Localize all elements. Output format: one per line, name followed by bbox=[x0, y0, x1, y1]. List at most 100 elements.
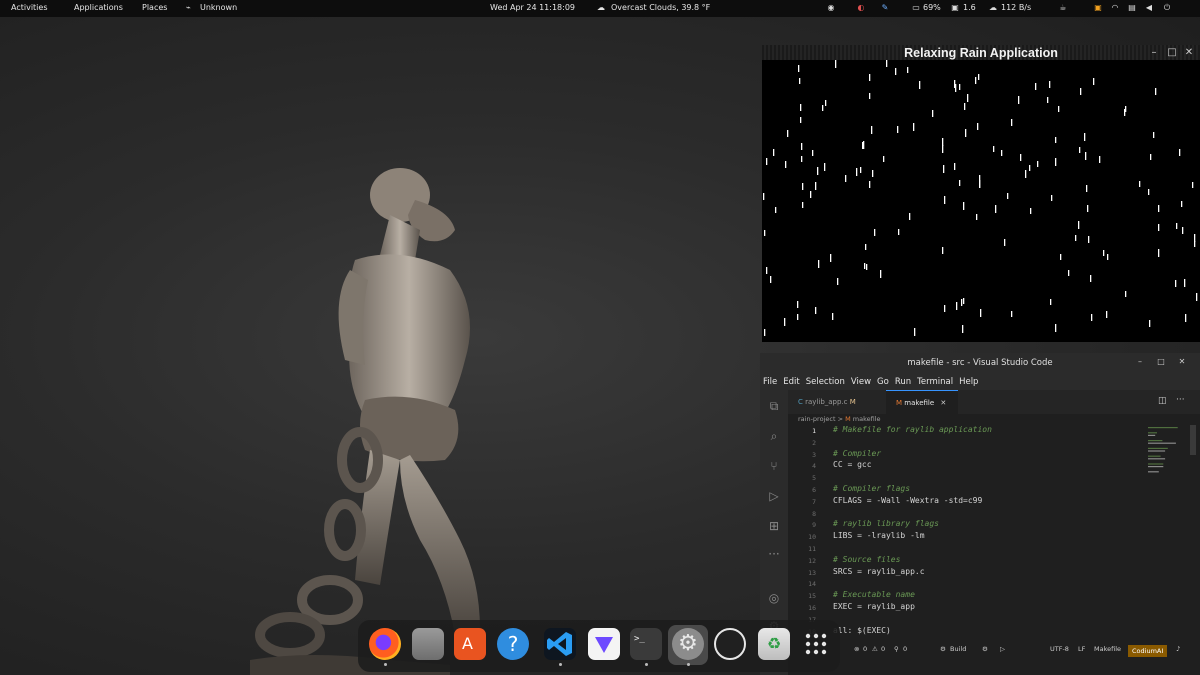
build-gear-icon[interactable]: ⚙ bbox=[940, 645, 946, 653]
raindrop bbox=[944, 305, 946, 312]
coffee-icon[interactable]: ☕ bbox=[1058, 3, 1068, 13]
close-icon[interactable]: ✕ bbox=[1176, 357, 1188, 366]
code-line[interactable]: 7 CFLAGS = -Wall -Wextra -std=c99 bbox=[788, 496, 1148, 508]
power-icon[interactable]: ⏻ bbox=[1162, 3, 1172, 13]
notifications-bell-icon[interactable]: ♪ bbox=[1176, 645, 1180, 653]
eol-label[interactable]: LF bbox=[1078, 645, 1085, 653]
language-mode[interactable]: Makefile bbox=[1094, 645, 1121, 653]
menu-edit[interactable]: Edit bbox=[783, 375, 799, 390]
tab-raylib-app[interactable]: C raylib_app.c M bbox=[788, 390, 886, 414]
screenshot-icon[interactable]: ▣ bbox=[1093, 3, 1103, 13]
code-line[interactable]: 2 bbox=[788, 437, 1148, 449]
obs-icon[interactable] bbox=[714, 628, 746, 660]
minimize-icon[interactable]: – bbox=[1134, 357, 1146, 366]
maximize-icon[interactable]: □ bbox=[1155, 357, 1167, 366]
pencil-icon[interactable]: ✎ bbox=[880, 3, 890, 13]
code-line[interactable]: 1 # Makefile for raylib application bbox=[788, 425, 1148, 437]
code-line[interactable]: 15 # Executable name bbox=[788, 590, 1148, 602]
explorer-icon[interactable]: ⧉ bbox=[766, 398, 782, 414]
minimap[interactable] bbox=[1146, 425, 1186, 485]
raindrop bbox=[1179, 149, 1181, 156]
minimize-icon[interactable]: – bbox=[1148, 46, 1160, 59]
raindrop bbox=[766, 267, 768, 274]
ports-icon[interactable]: ⚲ bbox=[894, 645, 899, 653]
show-apps-icon[interactable] bbox=[800, 628, 832, 660]
close-tab-icon[interactable]: ✕ bbox=[940, 399, 946, 407]
vscode-menubar: File Edit Selection View Go Run Terminal… bbox=[760, 375, 1200, 390]
applications-menu[interactable]: Applications bbox=[74, 3, 123, 12]
weather-label[interactable]: Overcast Clouds, 39.8 °F bbox=[611, 3, 710, 12]
clock[interactable]: Wed Apr 24 11:18:09 bbox=[490, 3, 575, 12]
warning-icon[interactable]: ⚠ bbox=[872, 645, 878, 653]
rain-window-titlebar[interactable]: Relaxing Rain Application – □ ✕ bbox=[762, 45, 1200, 60]
encoding-label[interactable]: UTF-8 bbox=[1050, 645, 1069, 653]
maximize-icon[interactable]: □ bbox=[1166, 46, 1178, 59]
trash-icon[interactable]: ♻ bbox=[758, 628, 790, 660]
code-line[interactable]: 4 CC = gcc bbox=[788, 460, 1148, 472]
files-icon[interactable] bbox=[412, 628, 444, 660]
split-editor-icon[interactable]: ◫ bbox=[1158, 396, 1167, 406]
menu-selection[interactable]: Selection bbox=[806, 375, 845, 390]
build-button[interactable]: Build bbox=[950, 645, 966, 653]
firefox-icon[interactable] bbox=[369, 628, 401, 660]
help-icon[interactable]: ? bbox=[497, 628, 529, 660]
vscode-titlebar[interactable]: makefile - src - Visual Studio Code – □ … bbox=[760, 353, 1200, 375]
menu-view[interactable]: View bbox=[851, 375, 871, 390]
error-count[interactable]: 0 bbox=[863, 645, 867, 653]
code-line[interactable]: 12 # Source files bbox=[788, 555, 1148, 567]
more-icon[interactable]: ··· bbox=[766, 546, 782, 562]
account-icon[interactable]: ◎ bbox=[766, 590, 782, 606]
menu-file[interactable]: File bbox=[763, 375, 777, 390]
editor-scrollbar[interactable] bbox=[1190, 425, 1196, 455]
code-line[interactable]: 8 bbox=[788, 508, 1148, 520]
search-icon[interactable]: ⌕ bbox=[766, 428, 782, 444]
run-debug-icon[interactable]: ▷ bbox=[766, 488, 782, 504]
battery-percent[interactable]: 69% bbox=[923, 3, 941, 12]
code-line[interactable]: 10 LIBS = -lraylib -lm bbox=[788, 531, 1148, 543]
breadcrumb-folder[interactable]: rain-project bbox=[798, 415, 836, 423]
menu-go[interactable]: Go bbox=[877, 375, 889, 390]
source-control-icon[interactable]: ⑂ bbox=[766, 458, 782, 474]
code-line[interactable]: 17 bbox=[788, 614, 1148, 626]
code-line[interactable]: 14 bbox=[788, 578, 1148, 590]
warning-count[interactable]: 0 bbox=[881, 645, 885, 653]
code-editor[interactable]: 1 # Makefile for raylib application 2 3 # Co… bbox=[788, 425, 1148, 645]
codiumai-badge[interactable]: CodiumAI bbox=[1128, 645, 1168, 657]
wifi-icon[interactable]: ◠ bbox=[1110, 3, 1120, 13]
settings-gear-icon[interactable]: ⚙ bbox=[982, 645, 988, 653]
code-line[interactable]: 16 EXEC = raylib_app bbox=[788, 602, 1148, 614]
code-line[interactable]: 6 # Compiler flags bbox=[788, 484, 1148, 496]
close-icon[interactable]: ✕ bbox=[1183, 46, 1195, 59]
rain-app-window[interactable]: Relaxing Rain Application – □ ✕ bbox=[762, 45, 1200, 342]
breadcrumb-file[interactable]: makefile bbox=[853, 415, 881, 423]
volume-icon[interactable]: ◀ bbox=[1144, 3, 1154, 13]
menu-help[interactable]: Help bbox=[959, 375, 978, 390]
proton-vpn-icon[interactable] bbox=[588, 628, 620, 660]
app-center-icon[interactable]: A bbox=[454, 628, 486, 660]
cpu-load[interactable]: 1.6 bbox=[963, 3, 976, 12]
menu-run[interactable]: Run bbox=[895, 375, 911, 390]
vpn-icon[interactable]: ▤ bbox=[1127, 3, 1137, 13]
code-line[interactable]: 11 bbox=[788, 543, 1148, 555]
error-icon[interactable]: ⊗ bbox=[854, 645, 859, 653]
run-icon[interactable]: ▷ bbox=[1000, 645, 1005, 653]
ports-count[interactable]: 0 bbox=[903, 645, 907, 653]
net-speed[interactable]: 112 B/s bbox=[1001, 3, 1031, 12]
code-line[interactable]: 9 # raylib library flags bbox=[788, 519, 1148, 531]
extension-icon[interactable]: ◉ bbox=[826, 3, 836, 13]
terminal-icon[interactable]: >_ bbox=[630, 628, 662, 660]
code-line[interactable]: 13 SRCS = raylib_app.c bbox=[788, 567, 1148, 579]
code-line[interactable]: 18all: $(EXEC) bbox=[788, 626, 1148, 638]
extensions-icon[interactable]: ⊞ bbox=[766, 518, 782, 534]
settings-icon[interactable]: ⚙ bbox=[672, 628, 704, 660]
more-actions-icon[interactable]: ··· bbox=[1176, 395, 1185, 405]
code-line[interactable]: 5 bbox=[788, 472, 1148, 484]
activities-button[interactable]: Activities bbox=[11, 3, 48, 12]
code-line[interactable]: 3 # Compiler bbox=[788, 449, 1148, 461]
tab-makefile[interactable]: M makefile ✕ bbox=[886, 390, 958, 414]
menu-terminal[interactable]: Terminal bbox=[917, 375, 953, 390]
network-status-label[interactable]: Unknown bbox=[200, 3, 237, 12]
firefox-sync-icon[interactable]: ◐ bbox=[856, 3, 866, 13]
places-menu[interactable]: Places bbox=[142, 3, 167, 12]
vscode-icon[interactable] bbox=[544, 628, 576, 660]
